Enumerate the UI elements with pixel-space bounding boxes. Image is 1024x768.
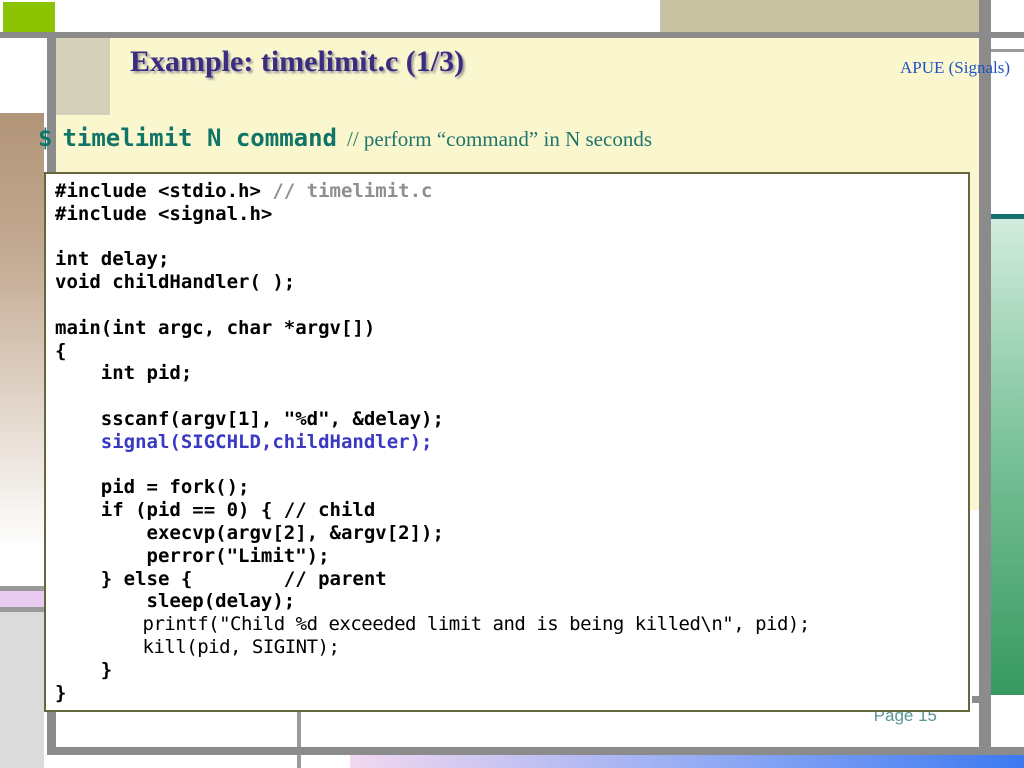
code-line bbox=[55, 226, 968, 249]
code-segment: int pid; bbox=[55, 362, 192, 384]
shell-prompt: $ bbox=[38, 124, 52, 152]
code-segment: pid = fork(); bbox=[55, 476, 249, 498]
code-line: { bbox=[55, 340, 968, 363]
shell-command-line: $ timelimit N command // perform “command”… bbox=[38, 124, 652, 152]
left-gray-column bbox=[0, 612, 44, 768]
code-block: #include <stdio.h> // timelimit.c#includ… bbox=[44, 172, 970, 712]
code-segment: if (pid == 0) { // child bbox=[55, 499, 375, 521]
code-segment: kill(pid, SIGINT); bbox=[55, 636, 339, 658]
code-segment: #include <stdio.h> bbox=[55, 180, 272, 202]
code-line: } bbox=[55, 682, 968, 705]
code-segment bbox=[55, 294, 66, 316]
left-lilac-strip bbox=[0, 591, 44, 607]
code-line: #include <signal.h> bbox=[55, 203, 968, 226]
code-segment: perror("Limit"); bbox=[55, 545, 330, 567]
bottom-thin-vertical-line bbox=[297, 712, 301, 768]
code-segment: main(int argc, char *argv[]) bbox=[55, 317, 375, 339]
top-right-beige-block bbox=[660, 0, 979, 32]
course-label: APUE (Signals) bbox=[900, 58, 1010, 78]
code-segment: int delay; bbox=[55, 248, 169, 270]
code-line: kill(pid, SIGINT); bbox=[55, 636, 968, 659]
code-line: pid = fork(); bbox=[55, 476, 968, 499]
code-line: execvp(argv[2], &argv[2]); bbox=[55, 522, 968, 545]
code-line: if (pid == 0) { // child bbox=[55, 499, 968, 522]
code-segment: execvp(argv[2], &argv[2]); bbox=[55, 522, 444, 544]
code-segment: #include <signal.h> bbox=[55, 203, 272, 225]
code-segment: } bbox=[55, 682, 66, 704]
code-segment: signal(SIGCHLD,childHandler); bbox=[55, 431, 433, 453]
code-lines: #include <stdio.h> // timelimit.c#includ… bbox=[55, 180, 968, 704]
code-line: int pid; bbox=[55, 362, 968, 385]
left-tan-gradient-column bbox=[0, 113, 44, 586]
code-line: } bbox=[55, 659, 968, 682]
code-line: sscanf(argv[1], "%d", &delay); bbox=[55, 408, 968, 431]
code-segment: sscanf(argv[1], "%d", &delay); bbox=[55, 408, 444, 430]
code-line: printf("Child %d exceeded limit and is b… bbox=[55, 613, 968, 636]
code-segment: } bbox=[55, 659, 112, 681]
code-segment: void childHandler( ); bbox=[55, 271, 295, 293]
top-left-green-block bbox=[3, 2, 55, 32]
code-line: } else { // parent bbox=[55, 568, 968, 591]
code-line: main(int argc, char *argv[]) bbox=[55, 317, 968, 340]
code-line: int delay; bbox=[55, 248, 968, 271]
code-line: void childHandler( ); bbox=[55, 271, 968, 294]
right-vertical-bar bbox=[979, 0, 991, 755]
code-line: signal(SIGCHLD,childHandler); bbox=[55, 431, 968, 454]
code-segment: } else { // parent bbox=[55, 568, 387, 590]
code-line: sleep(delay); bbox=[55, 590, 968, 613]
code-segment: // timelimit.c bbox=[272, 180, 432, 202]
slide-title: Example: timelimit.c (1/3) bbox=[130, 44, 464, 80]
code-segment: sleep(delay); bbox=[55, 590, 295, 612]
bottom-gradient-bar bbox=[350, 755, 1024, 768]
shell-command-comment: // perform “command” in N seconds bbox=[347, 127, 652, 151]
code-line: perror("Limit"); bbox=[55, 545, 968, 568]
bottom-horizontal-bar bbox=[48, 747, 1024, 755]
right-green-gradient-strip bbox=[991, 219, 1024, 695]
code-line bbox=[55, 294, 968, 317]
code-segment: { bbox=[55, 340, 66, 362]
code-segment: printf("Child %d exceeded limit and is b… bbox=[55, 613, 810, 635]
code-line: #include <stdio.h> // timelimit.c bbox=[55, 180, 968, 203]
left-beige-square bbox=[55, 38, 110, 115]
code-line bbox=[55, 385, 968, 408]
code-segment bbox=[55, 385, 66, 407]
slide-canvas: Example: timelimit.c (1/3) APUE (Signals… bbox=[0, 0, 1024, 768]
code-segment bbox=[55, 226, 66, 248]
code-line bbox=[55, 454, 968, 477]
code-segment bbox=[55, 454, 66, 476]
shell-command-text: timelimit N command bbox=[62, 124, 337, 152]
